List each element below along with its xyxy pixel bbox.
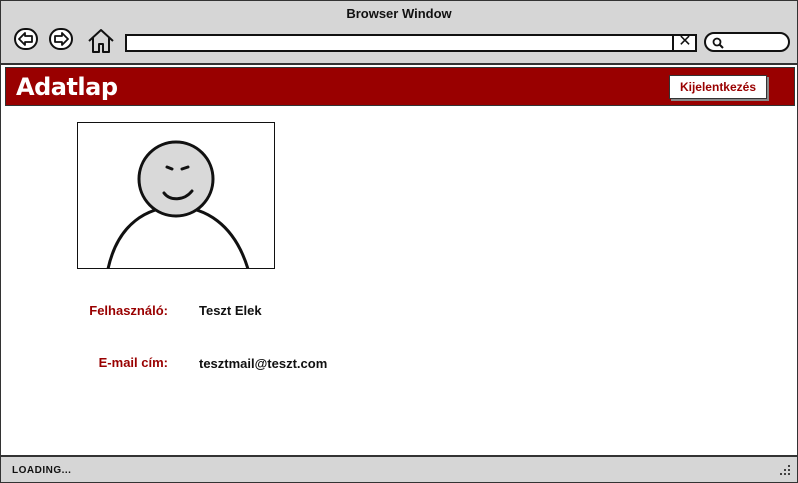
arrow-left-icon	[18, 32, 33, 46]
home-button[interactable]	[87, 28, 115, 54]
address-bar[interactable]	[125, 34, 697, 52]
search-icon	[712, 37, 724, 49]
home-icon	[88, 29, 114, 53]
email-value: tesztmail@teszt.com	[199, 356, 328, 371]
browser-toolbar: Browser Window ✕	[1, 1, 797, 65]
search-input[interactable]	[704, 32, 790, 52]
app-header: Adatlap Kijelentkezés	[5, 67, 795, 106]
status-text: LOADING...	[12, 465, 72, 476]
forward-button[interactable]	[49, 28, 73, 50]
user-avatar-icon	[106, 140, 250, 268]
page-title: Adatlap	[16, 73, 118, 101]
logout-button[interactable]: Kijelentkezés	[669, 75, 767, 99]
back-button[interactable]	[14, 28, 38, 50]
browser-window: Browser Window ✕ Adatlap Kijelentkezés F…	[0, 0, 798, 483]
arrow-right-icon	[54, 32, 69, 46]
avatar	[77, 122, 275, 269]
close-icon: ✕	[678, 33, 692, 50]
resize-grip-icon[interactable]	[779, 464, 791, 476]
window-title: Browser Window	[346, 6, 452, 21]
username-label: Felhasználó:	[89, 303, 168, 318]
username-value: Teszt Elek	[199, 303, 262, 318]
status-bar: LOADING...	[1, 455, 797, 482]
clear-url-button[interactable]: ✕	[672, 34, 696, 52]
email-label: E-mail cím:	[98, 355, 168, 370]
